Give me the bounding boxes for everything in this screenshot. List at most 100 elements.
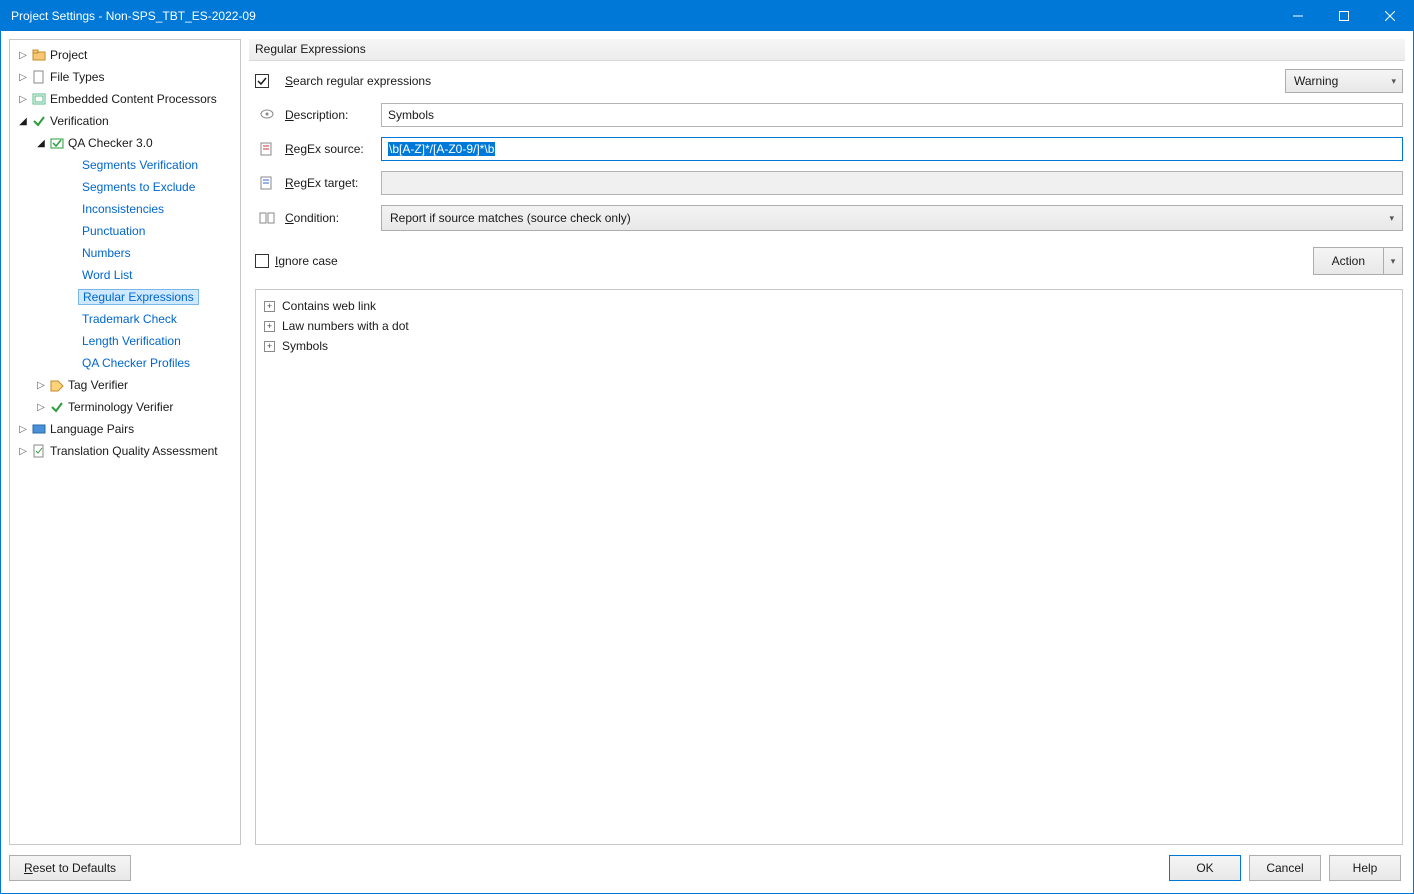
button-label: Action (1332, 254, 1365, 268)
description-icon (255, 108, 279, 122)
expand-icon[interactable]: ▷ (16, 50, 30, 61)
action-button-dropdown[interactable]: ▾ (1384, 248, 1402, 274)
maximize-button[interactable] (1321, 1, 1367, 31)
collapse-icon[interactable]: ◢ (34, 138, 48, 149)
tree-label: Trademark Check (80, 312, 177, 326)
tree-item-qa-profiles[interactable]: QA Checker Profiles (10, 352, 240, 374)
tree-label: Embedded Content Processors (48, 92, 217, 106)
action-button-main[interactable]: Action (1314, 248, 1384, 274)
tree-item-terminology-verifier[interactable]: ▷ Terminology Verifier (10, 396, 240, 418)
tree-label: Numbers (80, 246, 131, 260)
tree-label: File Types (48, 70, 104, 84)
button-label: OK (1196, 861, 1213, 875)
rules-list[interactable]: + Contains web link + Law numbers with a… (255, 289, 1403, 845)
search-regex-checkbox[interactable] (255, 74, 269, 88)
regex-source-input[interactable]: \b[A-Z]*/[A-Z0-9/]*\b (381, 137, 1403, 161)
action-split-button[interactable]: Action ▾ (1313, 247, 1403, 275)
tag-icon (48, 378, 66, 392)
rule-label: Contains web link (279, 299, 376, 313)
tree-label: Terminology Verifier (66, 400, 173, 414)
tree-item-punctuation[interactable]: Punctuation (10, 220, 240, 242)
tree-label: Translation Quality Assessment (48, 444, 218, 458)
chevron-down-icon: ▾ (1391, 256, 1396, 267)
tree-item-inconsistencies[interactable]: Inconsistencies (10, 198, 240, 220)
tree-item-segments-exclude[interactable]: Segments to Exclude (10, 176, 240, 198)
description-input[interactable]: Symbols (381, 103, 1403, 127)
expand-plus-icon[interactable]: + (264, 321, 275, 332)
tree-item-segments-verification[interactable]: Segments Verification (10, 154, 240, 176)
tree-label: Language Pairs (48, 422, 134, 436)
tree-item-language-pairs[interactable]: ▷ Language Pairs (10, 418, 240, 440)
check-icon (30, 114, 48, 128)
window-body: ▷ Project ▷ File Types ▷ Embedded Conten… (1, 31, 1413, 893)
regex-source-icon (255, 142, 279, 156)
tree-item-qa-checker[interactable]: ◢ QA Checker 3.0 (10, 132, 240, 154)
tree-label: Verification (48, 114, 109, 128)
tree-label: Regular Expressions (78, 289, 199, 305)
tree-item-tag-verifier[interactable]: ▷ Tag Verifier (10, 374, 240, 396)
minimize-icon (1293, 11, 1303, 21)
section-header: Regular Expressions (249, 39, 1405, 61)
tree-label: Word List (80, 268, 132, 282)
reset-defaults-button[interactable]: Reset to Defaults (9, 855, 131, 881)
window-title: Project Settings - Non-SPS_TBT_ES-2022-0… (11, 9, 1275, 23)
expand-icon[interactable]: ▷ (16, 446, 30, 457)
navigation-tree[interactable]: ▷ Project ▷ File Types ▷ Embedded Conten… (9, 39, 241, 845)
condition-icon (255, 211, 279, 225)
tree-item-verification[interactable]: ◢ Verification (10, 110, 240, 132)
rule-item[interactable]: + Symbols (264, 336, 1394, 356)
regex-form: Description: Symbols RegEx source: \b[A-… (249, 103, 1405, 231)
ignore-case-checkbox[interactable] (255, 254, 269, 268)
close-button[interactable] (1367, 1, 1413, 31)
qa-icon (48, 136, 66, 150)
cancel-button[interactable]: Cancel (1249, 855, 1321, 881)
expand-icon[interactable]: ▷ (34, 380, 48, 391)
project-icon (30, 48, 48, 62)
tree-label: Segments to Exclude (80, 180, 195, 194)
window-controls (1275, 1, 1413, 31)
dropdown-value: Report if source matches (source check o… (390, 211, 1389, 225)
tree-item-embedded-content[interactable]: ▷ Embedded Content Processors (10, 88, 240, 110)
ignore-case-label: Ignore case (269, 254, 338, 268)
expand-icon[interactable]: ▷ (34, 402, 48, 413)
tree-item-numbers[interactable]: Numbers (10, 242, 240, 264)
regex-target-input[interactable] (381, 171, 1403, 195)
expand-icon[interactable]: ▷ (16, 424, 30, 435)
close-icon (1385, 11, 1395, 21)
dialog-footer: Reset to Defaults OK Cancel Help (9, 845, 1405, 885)
expand-plus-icon[interactable]: + (264, 341, 275, 352)
tree-item-file-types[interactable]: ▷ File Types (10, 66, 240, 88)
tree-item-length-verification[interactable]: Length Verification (10, 330, 240, 352)
collapse-icon[interactable]: ◢ (16, 116, 30, 127)
tree-item-regular-expressions[interactable]: Regular Expressions (10, 286, 240, 308)
input-value: \b[A-Z]*/[A-Z0-9/]*\b (388, 142, 495, 156)
titlebar: Project Settings - Non-SPS_TBT_ES-2022-0… (1, 1, 1413, 31)
tree-item-tqa[interactable]: ▷ Translation Quality Assessment (10, 440, 240, 462)
minimize-button[interactable] (1275, 1, 1321, 31)
rule-item[interactable]: + Law numbers with a dot (264, 316, 1394, 336)
button-label: Cancel (1266, 861, 1303, 875)
tree-label: Project (48, 48, 87, 62)
expand-icon[interactable]: ▷ (16, 72, 30, 83)
embedded-icon (30, 92, 48, 106)
expand-plus-icon[interactable]: + (264, 301, 275, 312)
tree-label: QA Checker 3.0 (66, 136, 153, 150)
tree-item-word-list[interactable]: Word List (10, 264, 240, 286)
regex-target-icon (255, 176, 279, 190)
rule-item[interactable]: + Contains web link (264, 296, 1394, 316)
tree-item-project[interactable]: ▷ Project (10, 44, 240, 66)
button-label: Help (1353, 861, 1378, 875)
tree-item-trademark-check[interactable]: Trademark Check (10, 308, 240, 330)
condition-dropdown[interactable]: Report if source matches (source check o… (381, 205, 1403, 231)
maximize-icon (1339, 11, 1349, 21)
ok-button[interactable]: OK (1169, 855, 1241, 881)
terminology-icon (48, 400, 66, 414)
search-row: Search regular expressions Warning ▾ (249, 61, 1405, 103)
severity-dropdown[interactable]: Warning ▾ (1285, 69, 1403, 93)
expand-icon[interactable]: ▷ (16, 94, 30, 105)
main-row: ▷ Project ▷ File Types ▷ Embedded Conten… (9, 39, 1405, 845)
help-button[interactable]: Help (1329, 855, 1401, 881)
options-row: Ignore case Action ▾ (249, 231, 1405, 289)
regex-source-label: RegEx source: (285, 142, 381, 156)
condition-label: Condition: (285, 211, 381, 225)
